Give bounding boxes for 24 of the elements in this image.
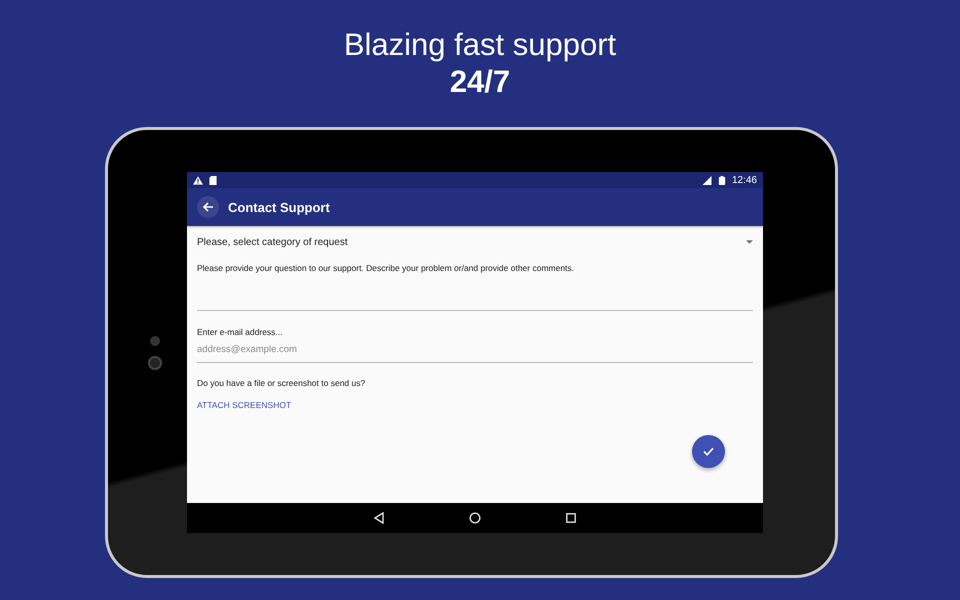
status-time: 12:46 xyxy=(732,174,757,186)
camera-icon xyxy=(148,356,162,370)
back-arrow-icon xyxy=(202,201,214,213)
email-field[interactable]: address@example.com xyxy=(197,337,753,363)
sd-card-icon xyxy=(208,176,218,184)
subheadline: 24/7 xyxy=(450,63,510,101)
recents-square-icon[interactable] xyxy=(565,512,577,524)
signal-icon xyxy=(702,176,712,184)
warning-icon xyxy=(193,176,203,184)
checkmark-icon xyxy=(703,447,714,456)
category-dropdown[interactable]: Please, select category of request xyxy=(197,226,753,258)
headline: Blazing fast support xyxy=(344,27,616,63)
question-field[interactable]: Please provide your question to our support. Describe your problem or/and provide other comments. xyxy=(197,258,753,311)
email-label: Enter e-mail address... xyxy=(197,327,284,337)
app-title: Contact Support xyxy=(228,200,330,214)
submit-button[interactable] xyxy=(692,435,725,468)
dropdown-caret-icon xyxy=(746,240,753,244)
attachment-prompt: Do you have a file or screenshot to send us? xyxy=(197,378,366,388)
battery-icon xyxy=(716,176,727,184)
sensor-icon xyxy=(150,336,160,346)
home-circle-icon[interactable] xyxy=(469,512,481,524)
back-triangle-icon[interactable] xyxy=(373,512,385,524)
attach-screenshot-link[interactable]: ATTACH SCREENSHOT xyxy=(197,400,292,410)
back-button[interactable] xyxy=(197,196,219,218)
